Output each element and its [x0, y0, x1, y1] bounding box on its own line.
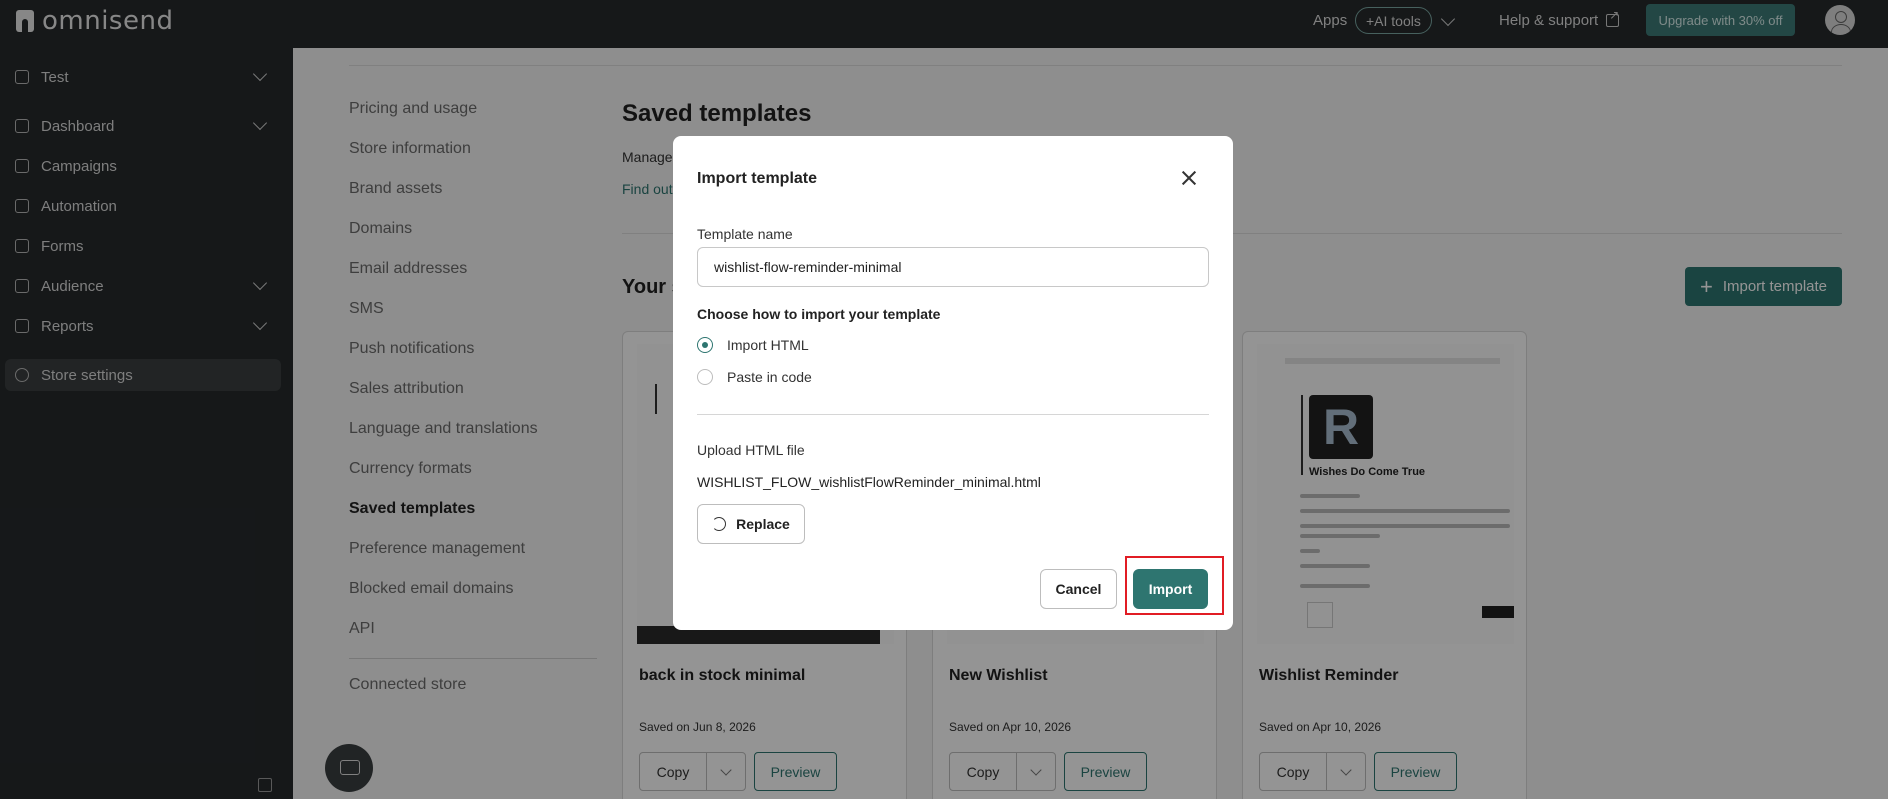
import-method-label: Choose how to import your template	[697, 306, 941, 322]
replace-label: Replace	[736, 516, 790, 532]
radio-label: Paste in code	[727, 369, 812, 385]
template-name-label: Template name	[697, 226, 793, 242]
radio-unchecked-icon[interactable]	[697, 369, 713, 385]
cancel-button[interactable]: Cancel	[1040, 569, 1117, 609]
radio-label: Import HTML	[727, 337, 809, 353]
uploaded-file-name: WISHLIST_FLOW_wishlistFlowReminder_minim…	[697, 474, 1041, 490]
close-icon[interactable]	[1181, 170, 1197, 186]
modal-title: Import template	[697, 170, 818, 187]
radio-paste-code[interactable]: Paste in code	[697, 369, 812, 385]
radio-import-html[interactable]: Import HTML	[697, 337, 809, 353]
refresh-icon	[712, 517, 727, 531]
template-name-input[interactable]	[697, 247, 1209, 287]
radio-checked-icon[interactable]	[697, 337, 713, 353]
highlight-box	[1125, 556, 1224, 615]
replace-button[interactable]: Replace	[697, 504, 805, 544]
upload-label: Upload HTML file	[697, 442, 805, 458]
modal-divider	[697, 414, 1209, 415]
